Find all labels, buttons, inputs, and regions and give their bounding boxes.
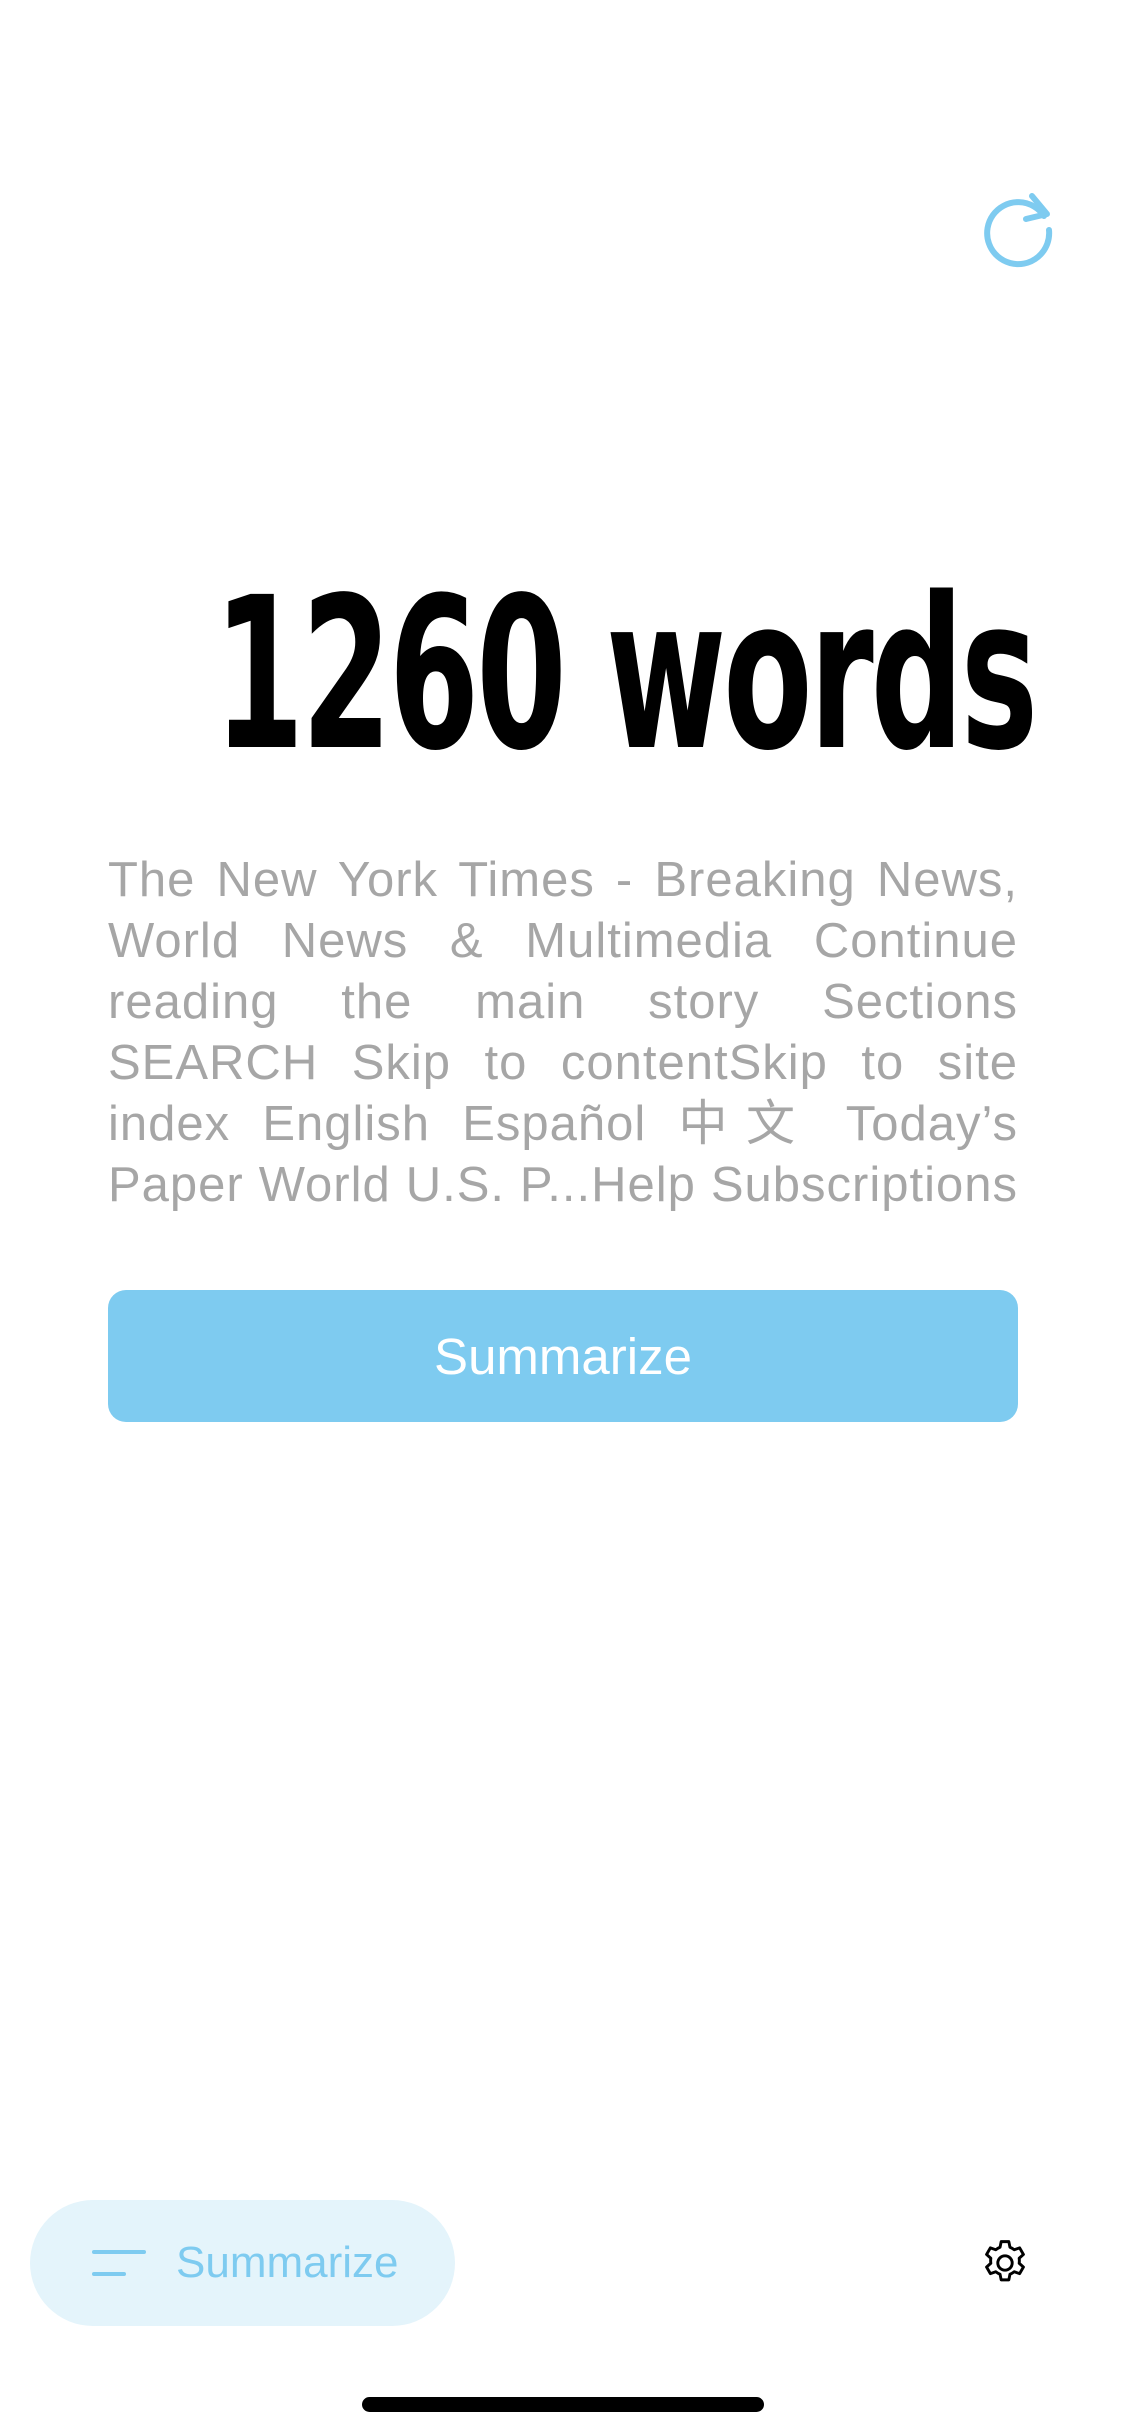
gear-icon: [978, 2236, 1032, 2295]
list-icon: [92, 2248, 146, 2278]
page-excerpt: The New York Times - Breaking News, Worl…: [108, 853, 1018, 1212]
refresh-button[interactable]: [976, 190, 1060, 274]
settings-button[interactable]: [975, 2235, 1035, 2295]
summarize-button[interactable]: Summarize: [108, 1290, 1018, 1422]
home-indicator[interactable]: [362, 2397, 764, 2412]
summarize-tab-button[interactable]: Summarize: [30, 2200, 455, 2326]
summarize-tab-label: Summarize: [176, 2238, 399, 2287]
refresh-icon: [976, 188, 1060, 277]
word-count: 1260 words: [213, 552, 1038, 797]
